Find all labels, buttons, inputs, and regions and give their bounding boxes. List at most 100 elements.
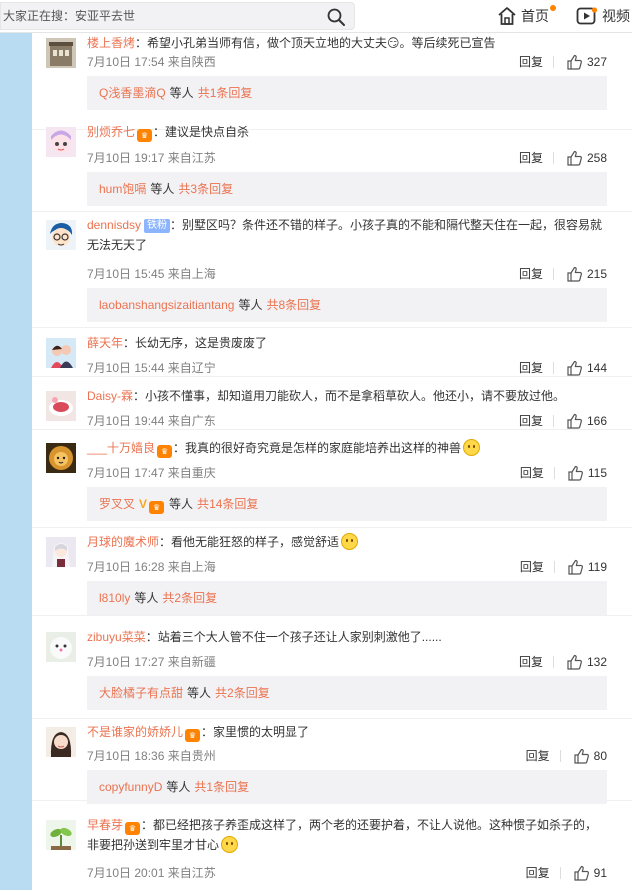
more-replies-link[interactable]: 共2条回复 bbox=[215, 686, 270, 700]
more-replies-suffix: 条回复 bbox=[213, 780, 250, 794]
more-replies-link[interactable]: 共14条回复 bbox=[197, 497, 258, 511]
reply-button[interactable]: 回复 bbox=[526, 863, 550, 883]
thumbs-up-icon bbox=[567, 150, 582, 166]
left-rail bbox=[0, 32, 32, 890]
reply-summary-user[interactable]: hum饱嗝 bbox=[99, 182, 146, 196]
more-replies-prefix: 共 bbox=[266, 298, 279, 312]
comment-text-line: 别烦乔七 ♛ ：建议是快点自杀 bbox=[87, 122, 607, 142]
reply-summary-user[interactable]: Q浅香墨滴Q bbox=[99, 86, 166, 100]
reply-summary-people: 等人 bbox=[166, 780, 191, 794]
avatar-anime-pink[interactable] bbox=[46, 127, 76, 157]
comment-actions: 回复 166 bbox=[519, 411, 607, 431]
like-button[interactable]: 132 bbox=[566, 652, 607, 672]
like-button[interactable]: 166 bbox=[566, 411, 607, 431]
like-button[interactable]: 258 bbox=[566, 148, 607, 168]
reply-button[interactable]: 回复 bbox=[520, 557, 544, 577]
reply-button[interactable]: 回复 bbox=[519, 148, 543, 168]
reply-summary: hum饱嗝 等人 共3条回复 bbox=[87, 172, 607, 206]
fan-badge: 铁粉 bbox=[144, 219, 171, 233]
reply-summary-people: 等人 bbox=[169, 86, 194, 100]
comment-username[interactable]: 楼上香烤 bbox=[87, 36, 135, 50]
comment-text: ：看他无能狂怒的样子，感觉舒适 bbox=[159, 535, 340, 549]
reply-button[interactable]: 回复 bbox=[519, 52, 543, 72]
like-button[interactable]: 144 bbox=[566, 358, 607, 378]
thumbs-up-icon bbox=[574, 865, 589, 881]
avatar-sprout[interactable] bbox=[46, 820, 76, 850]
avatar-couple[interactable] bbox=[46, 338, 76, 368]
comment-meta: 7月10日 19:17 来自江苏 回复 258 bbox=[87, 148, 607, 168]
like-count: 215 bbox=[586, 267, 607, 281]
comment-text-line: Daisy-霖：小孩不懂事，却知道用刀能砍人，而不是拿稻草砍人。他还小，请不要放… bbox=[87, 386, 607, 406]
search-input[interactable] bbox=[1, 3, 313, 29]
more-replies-link[interactable]: 共1条回复 bbox=[194, 780, 249, 794]
more-replies-link[interactable]: 共2条回复 bbox=[162, 591, 217, 605]
comment-time: 7月10日 15:45 bbox=[87, 267, 165, 281]
comment-username[interactable]: 月球的魔术师 bbox=[87, 535, 159, 549]
avatar-anime-white[interactable] bbox=[46, 537, 76, 567]
nav-home[interactable]: 首页 bbox=[497, 4, 549, 28]
like-button[interactable]: 115 bbox=[567, 463, 607, 483]
avatar-red-food[interactable] bbox=[46, 391, 76, 421]
comment-source: 来自陕西 bbox=[167, 55, 216, 69]
comment-text-line: 楼上香烤：希望小孔弟当师有信，做个顶天立地的大丈夫😏。等后续死已宣告 bbox=[87, 33, 607, 53]
comment-username[interactable]: dennisdsy bbox=[87, 218, 141, 232]
divider bbox=[552, 268, 554, 280]
more-replies-link[interactable]: 共1条回复 bbox=[198, 86, 253, 100]
reply-summary: 大脸橘子有点甜 等人 共2条回复 bbox=[87, 676, 607, 710]
reply-summary-people: 等人 bbox=[187, 686, 212, 700]
avatar-glasses-boy[interactable] bbox=[46, 220, 76, 250]
divider bbox=[552, 152, 554, 164]
like-button[interactable]: 91 bbox=[573, 863, 607, 883]
comment-time: 7月10日 19:17 bbox=[87, 151, 165, 165]
comment-text: ：小孩不懂事，却知道用刀能砍人，而不是拿稻草砍人。他还小，请不要放过他。 bbox=[133, 389, 566, 403]
reply-button[interactable]: 回复 bbox=[519, 264, 543, 284]
reply-button[interactable]: 回复 bbox=[520, 463, 544, 483]
comment-text: ：家里惯的太明显了 bbox=[201, 725, 310, 739]
comment-username[interactable]: zibuyu菜菜 bbox=[87, 630, 146, 644]
comment-username[interactable]: Daisy-霖 bbox=[87, 389, 133, 403]
reply-summary-user[interactable]: laobanshangsizaitiantang bbox=[99, 298, 234, 312]
avatar-building[interactable] bbox=[46, 38, 76, 68]
comment-actions: 回复 132 bbox=[519, 652, 607, 672]
emoji-icon bbox=[221, 836, 239, 853]
reply-summary-user[interactable]: copyfunnyD bbox=[99, 780, 162, 794]
comment-username[interactable]: 不是谁家的娇娇儿 bbox=[87, 725, 183, 739]
avatar-girl[interactable] bbox=[46, 727, 76, 757]
thumbs-up-icon bbox=[567, 360, 582, 376]
comment-actions: 回复 119 bbox=[520, 557, 607, 577]
thumbs-up-icon bbox=[574, 748, 589, 764]
comment-username[interactable]: 早春芽 bbox=[87, 818, 123, 832]
like-button[interactable]: 327 bbox=[566, 52, 607, 72]
avatar-fluffy[interactable] bbox=[46, 632, 76, 662]
comment-source: 来自新疆 bbox=[167, 655, 216, 669]
reply-button[interactable]: 回复 bbox=[519, 358, 543, 378]
more-replies-link[interactable]: 共3条回复 bbox=[178, 182, 233, 196]
reply-summary-user[interactable]: l810ly bbox=[99, 591, 130, 605]
comment-username[interactable]: 薛天年 bbox=[87, 336, 123, 350]
search-icon[interactable] bbox=[326, 7, 346, 27]
reply-button[interactable]: 回复 bbox=[526, 746, 550, 766]
like-button[interactable]: 215 bbox=[566, 264, 607, 284]
home-icon bbox=[498, 7, 516, 25]
thumbs-up-icon bbox=[568, 559, 583, 575]
like-count: 91 bbox=[593, 866, 607, 880]
comment-meta: 7月10日 17:47 来自重庆 回复 115 bbox=[87, 463, 607, 483]
reply-button[interactable]: 回复 bbox=[519, 652, 543, 672]
more-replies-prefix: 共 bbox=[215, 686, 228, 700]
like-button[interactable]: 119 bbox=[567, 557, 607, 577]
comment-username[interactable]: 别烦乔七 bbox=[87, 125, 135, 139]
like-button[interactable]: 80 bbox=[573, 746, 607, 766]
reply-button[interactable]: 回复 bbox=[519, 411, 543, 431]
reply-summary-user[interactable]: 罗叉叉 bbox=[99, 497, 135, 511]
comment-time: 7月10日 17:54 bbox=[87, 55, 165, 69]
comment-text-line: 不是谁家的娇娇儿 ♛ ：家里惯的太明显了 bbox=[87, 722, 607, 742]
comment-item: 月球的魔术师：看他无能狂怒的样子，感觉舒适 7月10日 16:28 来自上海 回复 1… bbox=[32, 527, 632, 616]
avatar-lion[interactable] bbox=[46, 443, 76, 473]
reply-summary-user[interactable]: 大脸橘子有点甜 bbox=[99, 686, 183, 700]
comment-username[interactable]: ___十万嫱良 bbox=[87, 441, 155, 455]
comment-source: 来自江苏 bbox=[167, 866, 216, 880]
nav-video[interactable]: 视频 bbox=[576, 4, 630, 28]
more-replies-link[interactable]: 共8条回复 bbox=[266, 298, 321, 312]
comment-meta: 7月10日 17:54 来自陕西 回复 327 bbox=[87, 52, 607, 72]
comment-source: 来自上海 bbox=[167, 267, 216, 281]
